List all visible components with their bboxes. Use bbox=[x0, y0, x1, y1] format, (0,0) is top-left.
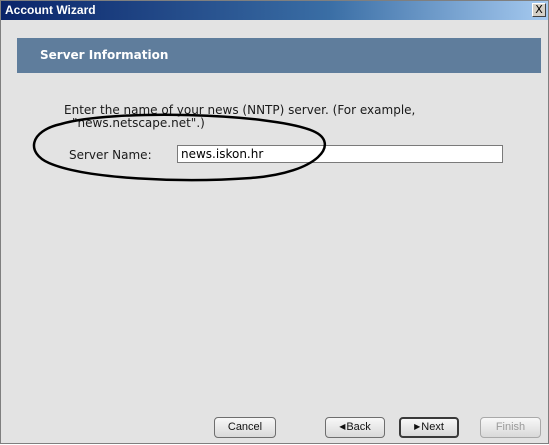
server-name-label: Server Name: bbox=[69, 148, 152, 162]
window-title: Account Wizard bbox=[5, 3, 96, 17]
finish-button[interactable]: Finish bbox=[480, 417, 541, 438]
title-bar[interactable]: Account Wizard X bbox=[1, 1, 548, 20]
close-icon: X bbox=[535, 3, 543, 16]
instruction-line-2: "news.netscape.net".) bbox=[72, 116, 205, 130]
finish-label: Finish bbox=[495, 421, 526, 433]
back-label: Back bbox=[346, 421, 371, 433]
right-triangle-icon: ▶ bbox=[414, 422, 421, 431]
cancel-label: Cancel bbox=[227, 421, 263, 433]
page-title: Server Information bbox=[40, 48, 169, 62]
close-button[interactable]: X bbox=[532, 3, 546, 17]
instruction-text: Enter the name of your news (NNTP) serve… bbox=[64, 104, 484, 130]
left-triangle-icon: ◀ bbox=[339, 422, 346, 431]
server-name-input[interactable] bbox=[177, 145, 503, 163]
cancel-button[interactable]: Cancel bbox=[214, 417, 276, 438]
page-header: Server Information bbox=[17, 38, 541, 73]
account-wizard-window: Account Wizard X Server Information Ente… bbox=[0, 0, 549, 444]
next-button[interactable]: ▶Next bbox=[399, 417, 459, 438]
back-button[interactable]: ◀Back bbox=[325, 417, 385, 438]
next-label: Next bbox=[421, 421, 444, 433]
